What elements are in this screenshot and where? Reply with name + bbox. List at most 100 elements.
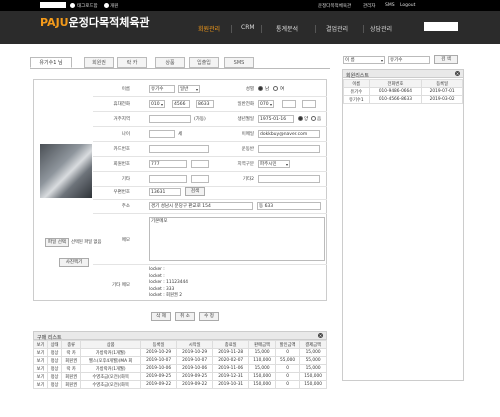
view-link[interactable]: 보기	[32, 380, 49, 389]
etc-input[interactable]	[149, 175, 187, 183]
close-icon[interactable]: ×	[318, 333, 323, 338]
mobile-label: 휴대전화	[113, 102, 130, 107]
gender-female-label: 여	[280, 87, 285, 92]
tab-entry[interactable]: 입출입	[189, 57, 219, 68]
radio-icon[interactable]	[104, 3, 109, 8]
checkbox-icon[interactable]	[70, 3, 75, 8]
nav-member[interactable]: 회원관리	[198, 24, 220, 33]
memo-textarea[interactable]: 기본메모	[149, 217, 325, 261]
table-row[interactable]: 보기 정상 회원권 수영초급(오전)(화목 2019-09-25 2019-09-25 20…	[32, 372, 327, 381]
table-row[interactable]: 보기 정상 락 카 가방락커(1개월) 2019-10-06 2019-10-06 2019…	[32, 364, 327, 373]
email-input[interactable]: dokkbuy@naver.com	[258, 130, 320, 138]
top-link-admin[interactable]: 관리자	[363, 3, 375, 9]
table-cell: 2019-09-22	[140, 380, 178, 389]
birth-input[interactable]: 1975-01-16	[258, 115, 294, 123]
view-link[interactable]: 보기	[32, 348, 49, 357]
tab-member-name[interactable]: 유기수1 님	[30, 57, 72, 68]
table-cell: 2019-11-28	[212, 348, 250, 357]
member-no-input[interactable]: 777	[149, 160, 187, 168]
card-input[interactable]	[149, 145, 209, 153]
member-type-select[interactable]: 일반	[178, 85, 200, 93]
nav-stats[interactable]: 통계분석	[276, 24, 298, 33]
table-row[interactable]: 보기 정상 락 카 가방락커(1개월) 2019-10-29 2019-10-29 2019…	[32, 348, 327, 357]
table-cell: 유기수1	[343, 95, 370, 104]
table-cell: 2019-10-29	[176, 348, 214, 357]
nav-crm[interactable]: CRM	[241, 24, 255, 31]
tab-products[interactable]: 상품	[155, 57, 185, 68]
table-cell: 15,000	[248, 348, 276, 357]
member-search-button[interactable]: 검 색	[434, 55, 458, 64]
top-link-sms[interactable]: SMS	[385, 3, 395, 8]
table-cell: 2019-07-01	[421, 87, 463, 96]
table-cell: 15,000	[299, 364, 327, 373]
row-divider	[93, 213, 327, 214]
table-cell: 2019-10-29	[140, 348, 178, 357]
region-select[interactable]: 파주시민	[258, 160, 290, 168]
nav-divider	[261, 25, 262, 33]
tab-locker[interactable]: 락 카	[117, 57, 147, 68]
member-table-wrap: 이름 전화번호 등록일 유기수 010-9486-0664 2019-07-01 유기…	[343, 79, 463, 104]
age-input[interactable]	[149, 130, 175, 138]
address-input[interactable]: 경기 성남시 분당구 판교로 154	[149, 202, 253, 210]
view-link[interactable]: 보기	[32, 364, 49, 373]
stamp-input[interactable]	[258, 145, 320, 153]
tab-membership[interactable]: 회원권	[84, 57, 114, 68]
file-select-button[interactable]: 파일 선택	[45, 238, 69, 247]
sms-input[interactable]	[149, 115, 191, 123]
logo[interactable]: PAJU운정다목적체육관	[40, 14, 150, 30]
list-item[interactable]: 유기수 010-9486-0664 2019-07-01	[343, 87, 463, 96]
row-divider	[93, 199, 327, 200]
col-header: 등록일	[421, 79, 463, 88]
address-detail-input[interactable]: 동 633	[257, 202, 321, 210]
solar-radio[interactable]	[298, 116, 303, 121]
view-link[interactable]: 보기	[32, 372, 49, 381]
table-cell: 회원권	[61, 372, 82, 381]
nav-search-box[interactable]	[424, 22, 458, 31]
table-cell: 정상	[47, 356, 63, 365]
view-link[interactable]: 보기	[32, 356, 49, 365]
table-row[interactable]: 보기 정상 회원권 헬스(오후4개월)(MA 회 2019-10-07 2019-10-0…	[32, 356, 327, 365]
gender-female-radio[interactable]	[273, 86, 278, 91]
nav-consult[interactable]: 상담관리	[370, 24, 392, 33]
mobile-mid-input[interactable]: 4566	[172, 100, 190, 108]
col-header: 전화번호	[368, 79, 423, 88]
etc-extra-input[interactable]	[191, 175, 209, 183]
zip-input[interactable]: 13631	[149, 188, 181, 196]
mobile-prefix-select[interactable]: 010	[149, 100, 165, 108]
take-photo-button[interactable]: 사진찍기	[59, 258, 89, 267]
utility-input[interactable]	[40, 2, 66, 8]
lunar-radio[interactable]	[311, 116, 316, 121]
list-item[interactable]: 유기수1 010-4566-8633 2019-03-02	[343, 95, 463, 104]
row-divider	[93, 264, 327, 265]
search-field-select[interactable]: 이 름	[343, 56, 385, 64]
member-list-header: 회원리스트 ×	[342, 69, 464, 79]
close-icon[interactable]: ×	[455, 71, 460, 76]
delete-button[interactable]: 삭 제	[151, 312, 171, 321]
cancel-button[interactable]: 취 소	[175, 312, 195, 321]
zip-search-button[interactable]: 검색	[185, 187, 205, 196]
member-no-label: 회원번호	[113, 162, 130, 167]
nav-business[interactable]: 결업관리	[326, 24, 348, 33]
top-link-logout[interactable]: Logout	[400, 3, 415, 8]
table-cell: 2019-10-06	[140, 364, 178, 373]
home-last-input[interactable]	[302, 100, 316, 108]
age-label: 나이	[121, 132, 130, 137]
member-no-extra-input[interactable]	[191, 160, 209, 168]
member-search-input[interactable]: 유기수	[388, 56, 430, 64]
home-prefix-select[interactable]: 070	[258, 100, 274, 108]
row-divider	[93, 96, 327, 97]
top-link-gym[interactable]: 운정다목적체육관	[318, 3, 351, 9]
address-label: 주소	[121, 204, 130, 209]
gender-male-radio[interactable]	[258, 86, 263, 91]
name-input[interactable]: 유기수	[149, 85, 175, 93]
table-row[interactable]: 보기 정상 회원권 수영초급(오전)(화목 2019-09-22 2019-09-22 20…	[32, 380, 327, 389]
table-cell: 2019-10-07	[176, 356, 214, 365]
mobile-last-input[interactable]: 8633	[196, 100, 214, 108]
table-cell: 2019-09-22	[176, 380, 214, 389]
purchase-table-wrap: 보기 상태 종류 상품 등록일 시작일 종료일 판매금액 할인금액 결제금액 보…	[32, 340, 327, 389]
edit-button[interactable]: 수 정	[199, 312, 219, 321]
table-cell: 150,000	[248, 372, 276, 381]
home-mid-input[interactable]	[282, 100, 296, 108]
etc2-input[interactable]	[258, 175, 320, 183]
tab-sms[interactable]: SMS	[224, 57, 254, 68]
